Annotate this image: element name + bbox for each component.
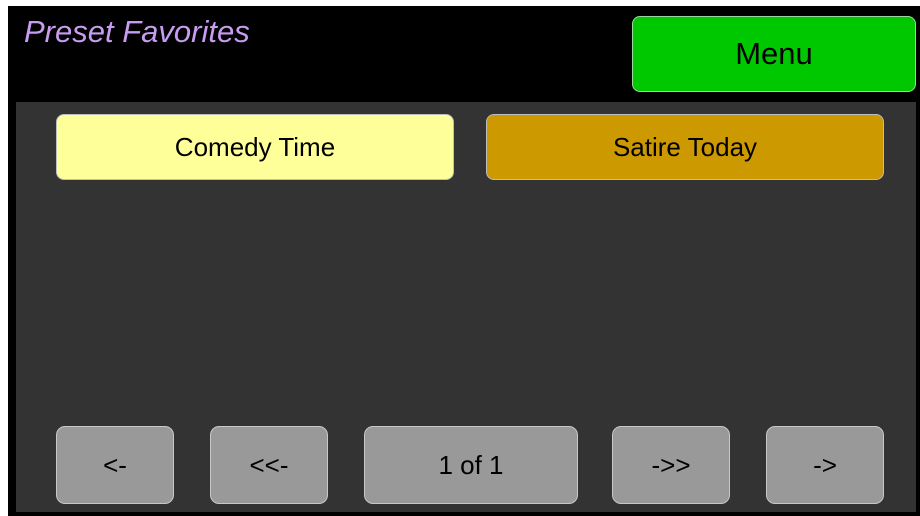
previous-page-button[interactable]: <- <box>56 426 174 504</box>
menu-button[interactable]: Menu <box>632 16 916 92</box>
next-page-button[interactable]: -> <box>766 426 884 504</box>
last-page-button[interactable]: ->> <box>612 426 730 504</box>
preset-button-comedy-time[interactable]: Comedy Time <box>56 114 454 180</box>
page-indicator: 1 of 1 <box>364 426 578 504</box>
screen: Preset Favorites Menu Comedy Time Satire… <box>8 6 920 516</box>
presets-panel: Comedy Time Satire Today <- <<- 1 of 1 -… <box>16 102 916 512</box>
page-title: Preset Favorites <box>24 14 250 49</box>
first-page-button[interactable]: <<- <box>210 426 328 504</box>
preset-button-satire-today[interactable]: Satire Today <box>486 114 884 180</box>
